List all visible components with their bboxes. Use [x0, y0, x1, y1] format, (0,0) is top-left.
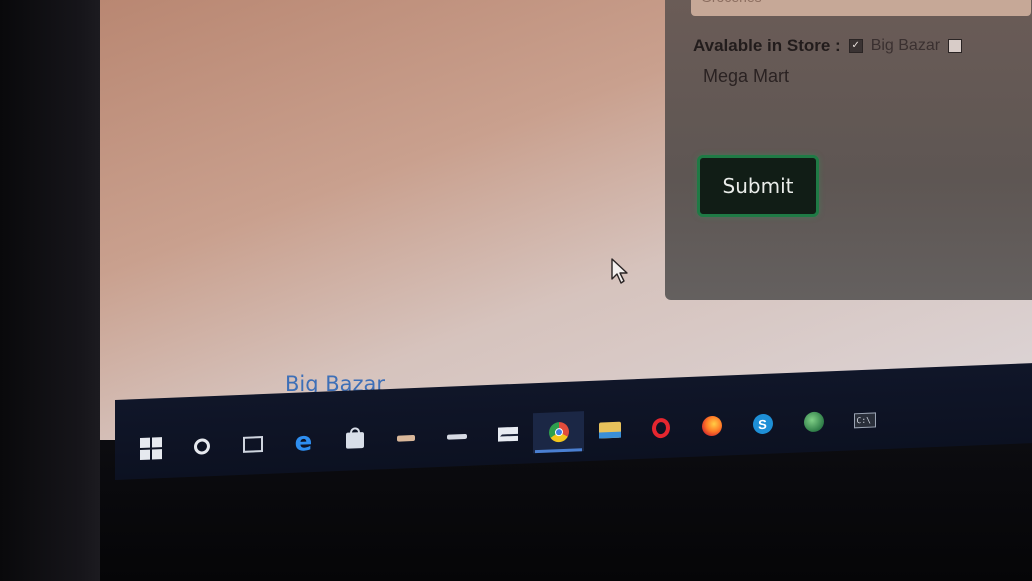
cortana-search-icon [193, 438, 210, 455]
app-taskbar-button[interactable] [431, 415, 482, 457]
edge-browser-icon: e [294, 427, 313, 458]
mail-taskbar-button[interactable] [482, 413, 533, 455]
store-label: Avalable in Store : [693, 36, 841, 55]
submit-button[interactable]: Submit [697, 155, 819, 217]
big-bazar-checkbox[interactable]: ✓ [848, 39, 863, 53]
file-explorer-taskbar-button[interactable] [584, 409, 635, 451]
mega-mart-checkbox[interactable] [948, 39, 963, 53]
edge-taskbar-button[interactable]: e [278, 421, 329, 463]
globe-taskbar-button[interactable] [788, 401, 839, 443]
mouse-cursor-icon [611, 258, 628, 284]
tool-taskbar-button[interactable] [380, 417, 431, 459]
firefox-icon [701, 415, 722, 437]
terminal-taskbar-button[interactable]: C:\ [839, 399, 890, 441]
skype-icon: S [752, 413, 773, 435]
tool-app-icon [396, 434, 415, 442]
firefox-taskbar-button[interactable] [686, 405, 737, 447]
file-explorer-icon [598, 421, 621, 439]
chrome-taskbar-button[interactable] [533, 411, 584, 454]
task-view-icon [242, 436, 263, 453]
app-icon [446, 433, 467, 440]
mega-mart-option-label: Mega Mart [703, 66, 790, 86]
chrome-icon [548, 421, 569, 443]
mega-mart-option: Mega Mart [703, 66, 789, 87]
opera-icon [651, 417, 670, 439]
skype-taskbar-button[interactable]: S [737, 403, 788, 445]
task-view-button[interactable] [227, 423, 278, 465]
mail-icon [497, 426, 518, 442]
cortana-button[interactable] [176, 426, 227, 468]
windows-start-icon [139, 437, 162, 461]
store-taskbar-button[interactable] [329, 419, 380, 461]
globe-app-icon [803, 411, 824, 433]
big-bazar-option-label: Big Bazar [870, 37, 941, 54]
opera-taskbar-button[interactable] [635, 407, 686, 449]
monitor-bezel [0, 0, 100, 581]
product-form: Groceries Avalable in Store : ✓ Big Baza… [665, 0, 1032, 300]
category-input[interactable]: Groceries [691, 0, 1031, 16]
terminal-icon: C:\ [853, 411, 876, 428]
start-button[interactable] [125, 428, 176, 470]
store-availability-row: Avalable in Store : ✓ Big Bazar [693, 36, 963, 56]
microsoft-store-icon [345, 432, 364, 449]
